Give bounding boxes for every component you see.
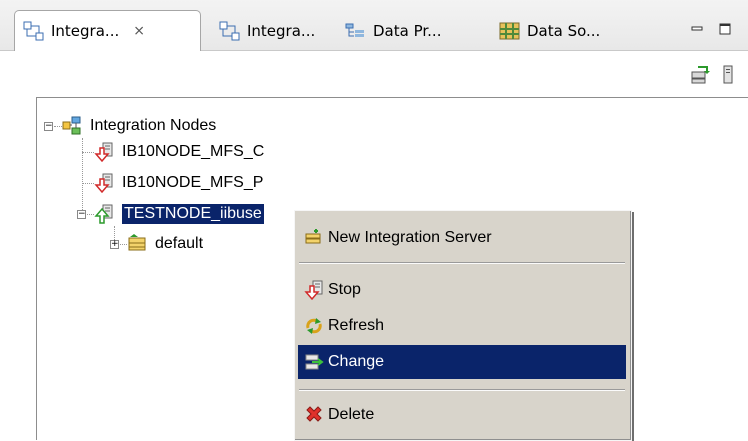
data-project-icon [345,23,364,37]
menu-item-delete[interactable]: Delete [298,398,626,432]
tree-node-label: IB10NODE_MFS_C [122,143,265,160]
integration-nodes-icon [219,21,240,41]
integration-nodes-icon [23,21,44,41]
tree-node-label: Integration Nodes [90,117,217,134]
menu-item-label: Change [328,353,385,370]
tab-label: Data Pr... [373,22,442,40]
tree-node-label: IB10NODE_MFS_P [122,174,264,191]
data-source-icon [499,22,520,40]
tree-node-label: TESTNODE_iibuse [122,204,264,224]
menu-item-label: New Integration Server [328,229,492,246]
menu-item-label: Refresh [328,317,385,334]
view-tab-bar: Integra... ⨯ Integra... Data Pr... Data … [0,0,748,51]
node-running-icon [94,204,113,224]
tree-root-integration-nodes[interactable]: Integration Nodes [62,114,216,138]
tab-label: Data So... [527,22,601,40]
menu-item-refresh[interactable]: Refresh [298,309,626,343]
menu-item-label: Delete [328,406,375,423]
minimize-icon[interactable] [690,22,704,36]
integration-nodes-view: Integra... ⨯ Integra... Data Pr... Data … [0,0,748,441]
tab-integration-nodes-active[interactable]: Integra... ⨯ [14,10,201,51]
menu-item-label: Stop [328,281,361,298]
refresh-icon [306,318,322,334]
tree-node-label: default [155,235,204,252]
change-icon [305,354,324,370]
menu-separator [299,262,625,264]
new-server-icon [305,229,321,244]
tree-node-testnode-iibuse[interactable]: TESTNODE_iibuse [94,202,264,226]
delete-icon [306,406,322,422]
collapse-toggle[interactable]: − [44,122,53,131]
tab-label: Integra... [247,22,316,40]
context-menu: New Integration Server Stop Refresh Chan… [294,210,632,441]
collapse-toggle[interactable]: − [77,210,86,219]
integration-nodes-icon [62,116,81,135]
node-stopped-icon [94,142,113,162]
menu-item-change[interactable]: Change [298,345,626,379]
tree-node-ib10node-mfs-p[interactable]: IB10NODE_MFS_P [94,171,263,195]
view-menu-icon[interactable] [722,65,734,85]
tree-node-ib10node-mfs-c[interactable]: IB10NODE_MFS_C [94,140,264,164]
integration-server-icon [128,234,146,251]
tab-integration-nodes-2[interactable]: Integra... [211,12,331,50]
view-toolbar [0,51,748,91]
menu-item-stop[interactable]: Stop [298,273,626,307]
maximize-icon[interactable] [718,22,732,36]
tab-data-source[interactable]: Data So... [491,12,631,50]
connect-node-icon[interactable] [690,65,710,85]
tab-data-project[interactable]: Data Pr... [337,12,477,50]
menu-item-new-integration-server[interactable]: New Integration Server [298,221,626,255]
tree-node-default-server[interactable]: default [127,232,203,256]
menu-separator [299,389,625,391]
close-tab-icon[interactable]: ⨯ [133,23,145,39]
node-stopped-icon [94,173,113,193]
stop-icon [304,280,323,300]
tab-label: Integra... [51,22,120,40]
expand-toggle[interactable]: + [110,240,119,249]
